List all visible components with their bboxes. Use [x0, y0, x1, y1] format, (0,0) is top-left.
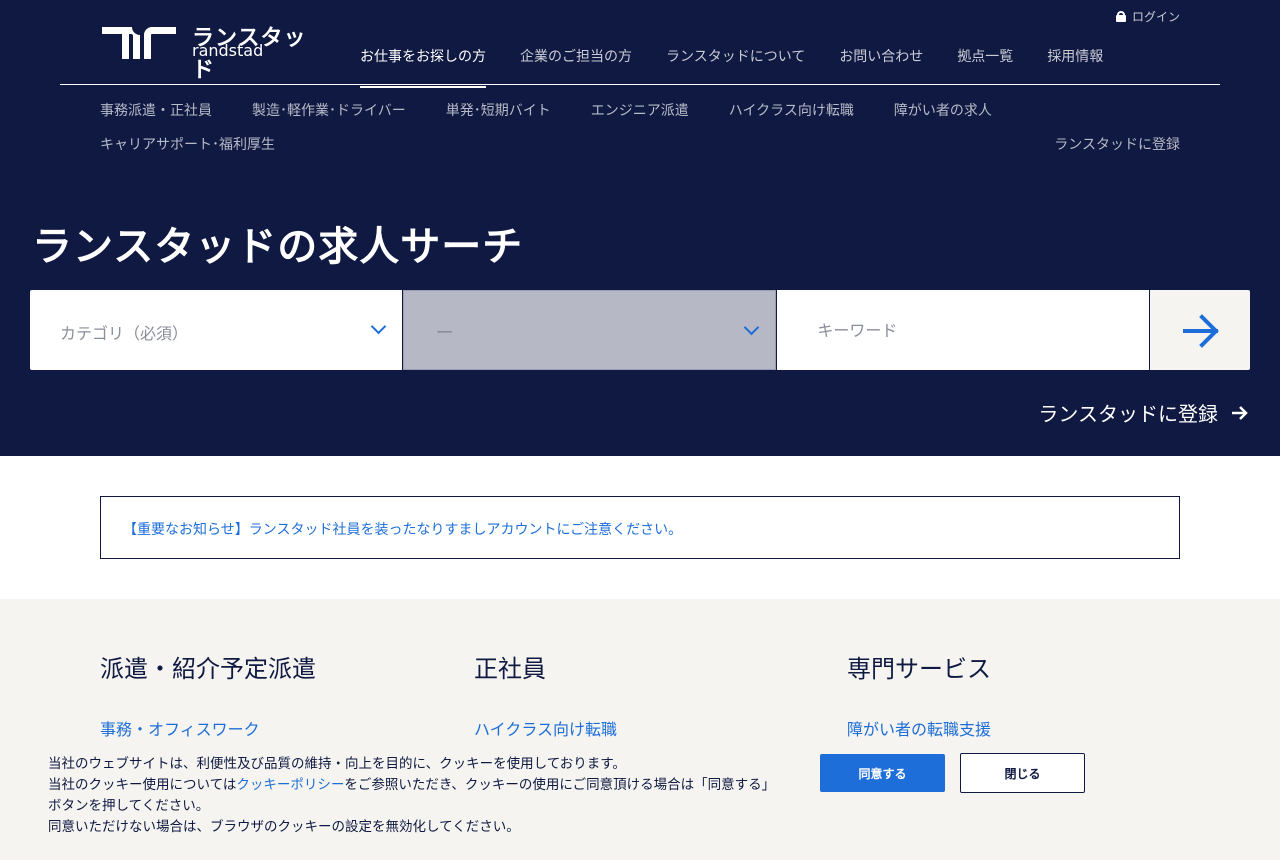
- keyword-input[interactable]: [777, 290, 1150, 370]
- nav-companies[interactable]: 企業のご担当の方: [520, 46, 632, 88]
- subnav-high-class[interactable]: ハイクラス向け転職: [729, 100, 854, 120]
- cookie-text: 当社のウェブサイトは、利便性及び品質の維持・向上を目的に、クッキーを使用しており…: [48, 754, 784, 838]
- nav-locations[interactable]: 拠点一覧: [957, 46, 1013, 88]
- subnav-office[interactable]: 事務派遣・正社員: [100, 100, 212, 120]
- cookie-line-3: 同意いただけない場合は、ブラウザのクッキーの設定を無効化してください。: [48, 819, 520, 835]
- subnav-career-support[interactable]: キャリアサポート･福利厚生: [100, 134, 275, 154]
- register-link-top[interactable]: ランスタッドに登録: [1054, 134, 1180, 154]
- category-heading: 正社員: [474, 655, 546, 683]
- logo-text-en: randstad: [192, 41, 264, 60]
- nav-job-seekers[interactable]: お仕事をお探しの方: [360, 46, 486, 88]
- category-column-dispatch: 派遣・紹介予定派遣 事務・オフィスワーク: [100, 649, 316, 740]
- subcategory-placeholder: ー: [435, 323, 454, 344]
- site-header: ランスタッド randstad ログイン お仕事をお探しの方 企業のご担当の方 …: [0, 0, 1280, 456]
- lock-icon: [1115, 11, 1126, 22]
- important-notice: 【重要なお知らせ】ランスタッド社員を装ったなりすましアカウントにご注意ください。: [100, 496, 1180, 559]
- register-link-hero[interactable]: ランスタッドに登録: [1038, 398, 1250, 427]
- chevron-down-icon: [372, 323, 384, 335]
- nav-divider: [60, 84, 1220, 85]
- category-link[interactable]: 障がい者の転職支援: [847, 716, 991, 740]
- nav-contact[interactable]: お問い合わせ: [839, 46, 923, 88]
- cookie-close-button[interactable]: 閉じる: [960, 753, 1085, 793]
- subnav-disability[interactable]: 障がい者の求人: [894, 100, 992, 120]
- subnav-manufacturing[interactable]: 製造･軽作業･ドライバー: [252, 100, 406, 120]
- category-link[interactable]: 事務・オフィスワーク: [100, 716, 316, 740]
- search-submit-button[interactable]: [1150, 290, 1251, 370]
- chevron-down-icon: [745, 324, 757, 336]
- notice-link[interactable]: 【重要なお知らせ】ランスタッド社員を装ったなりすましアカウントにご注意ください。: [123, 519, 682, 539]
- randstad-mark-icon: [102, 27, 176, 59]
- category-select[interactable]: カテゴリ（必須）: [30, 290, 402, 370]
- subnav-engineer[interactable]: エンジニア派遣: [591, 100, 689, 120]
- category-column-special: 専門サービス 障がい者の転職支援: [847, 649, 991, 740]
- category-placeholder: カテゴリ（必須）: [60, 324, 189, 343]
- cookie-banner: 当社のウェブサイトは、利便性及び品質の維持・向上を目的に、クッキーを使用しており…: [0, 742, 1280, 860]
- job-search-bar: カテゴリ（必須） ー: [30, 290, 1251, 370]
- subcategory-select[interactable]: ー: [402, 290, 777, 370]
- cookie-policy-link[interactable]: クッキーポリシー: [236, 777, 344, 793]
- category-heading: 専門サービス: [847, 655, 991, 683]
- subnav-short-term[interactable]: 単発･短期バイト: [446, 100, 551, 120]
- randstad-logo[interactable]: ランスタッド randstad: [102, 22, 317, 83]
- nav-careers[interactable]: 採用情報: [1047, 46, 1103, 88]
- category-heading: 派遣・紹介予定派遣: [100, 655, 316, 683]
- arrow-right-icon: [1183, 314, 1219, 348]
- category-link[interactable]: ハイクラス向け転職: [474, 716, 617, 740]
- register-hero-label: ランスタッドに登録: [1038, 402, 1218, 426]
- cookie-agree-button[interactable]: 同意する: [820, 754, 945, 792]
- cookie-line-1: 当社のウェブサイトは、利便性及び品質の維持・向上を目的に、クッキーを使用しており…: [48, 756, 626, 772]
- cookie-line-2-pre: 当社のクッキー使用については: [48, 777, 237, 793]
- sub-nav: 事務派遣・正社員 製造･軽作業･ドライバー 単発･短期バイト エンジニア派遣 ハ…: [100, 100, 992, 120]
- keyword-field-wrap: [777, 290, 1150, 370]
- login-link[interactable]: ログイン: [1115, 8, 1180, 25]
- nav-about[interactable]: ランスタッドについて: [666, 46, 805, 88]
- main-nav: お仕事をお探しの方 企業のご担当の方 ランスタッドについて お問い合わせ 拠点一…: [360, 46, 1103, 88]
- login-label: ログイン: [1131, 10, 1180, 24]
- page-title: ランスタッドの求人サーチ: [32, 224, 524, 270]
- category-column-fulltime: 正社員 ハイクラス向け転職: [474, 649, 617, 740]
- arrow-right-icon: [1232, 405, 1248, 420]
